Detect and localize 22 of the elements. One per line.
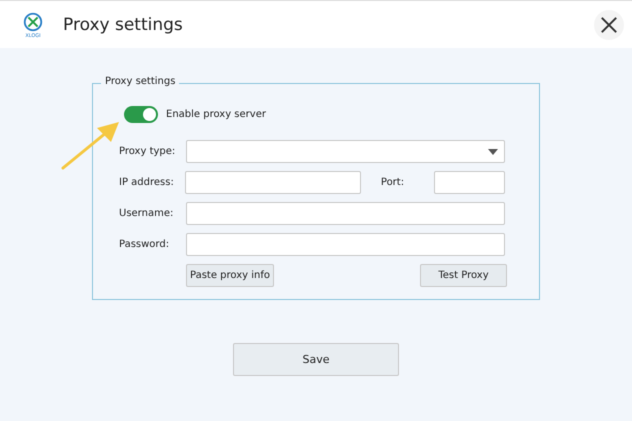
field-label: Proxy type: xyxy=(119,146,176,157)
caret-icon xyxy=(488,149,498,155)
toggle-switch[interactable] xyxy=(124,106,158,123)
close-button[interactable] xyxy=(594,10,624,40)
field-label: Username: xyxy=(119,208,174,219)
dropdown-field[interactable] xyxy=(186,140,505,163)
field-label: IP address: xyxy=(119,177,175,188)
toggle-label: Enable proxy server xyxy=(166,109,266,120)
group-title: Proxy settings xyxy=(101,76,180,87)
input-field[interactable] xyxy=(434,171,505,194)
logo-icon xyxy=(22,10,44,32)
input-field[interactable] xyxy=(184,171,361,194)
close-icon xyxy=(600,16,618,34)
input-field[interactable] xyxy=(186,233,505,256)
window-title: Proxy settings xyxy=(63,14,183,34)
arrow-icon xyxy=(61,120,121,170)
field-label: Port: xyxy=(380,177,406,188)
action-button[interactable]: Test Proxy xyxy=(420,264,507,287)
action-button[interactable]: Paste proxy info xyxy=(186,264,274,287)
input-field[interactable] xyxy=(186,202,505,225)
save-button[interactable]: Save xyxy=(233,343,399,376)
field-label: Password: xyxy=(119,239,170,250)
